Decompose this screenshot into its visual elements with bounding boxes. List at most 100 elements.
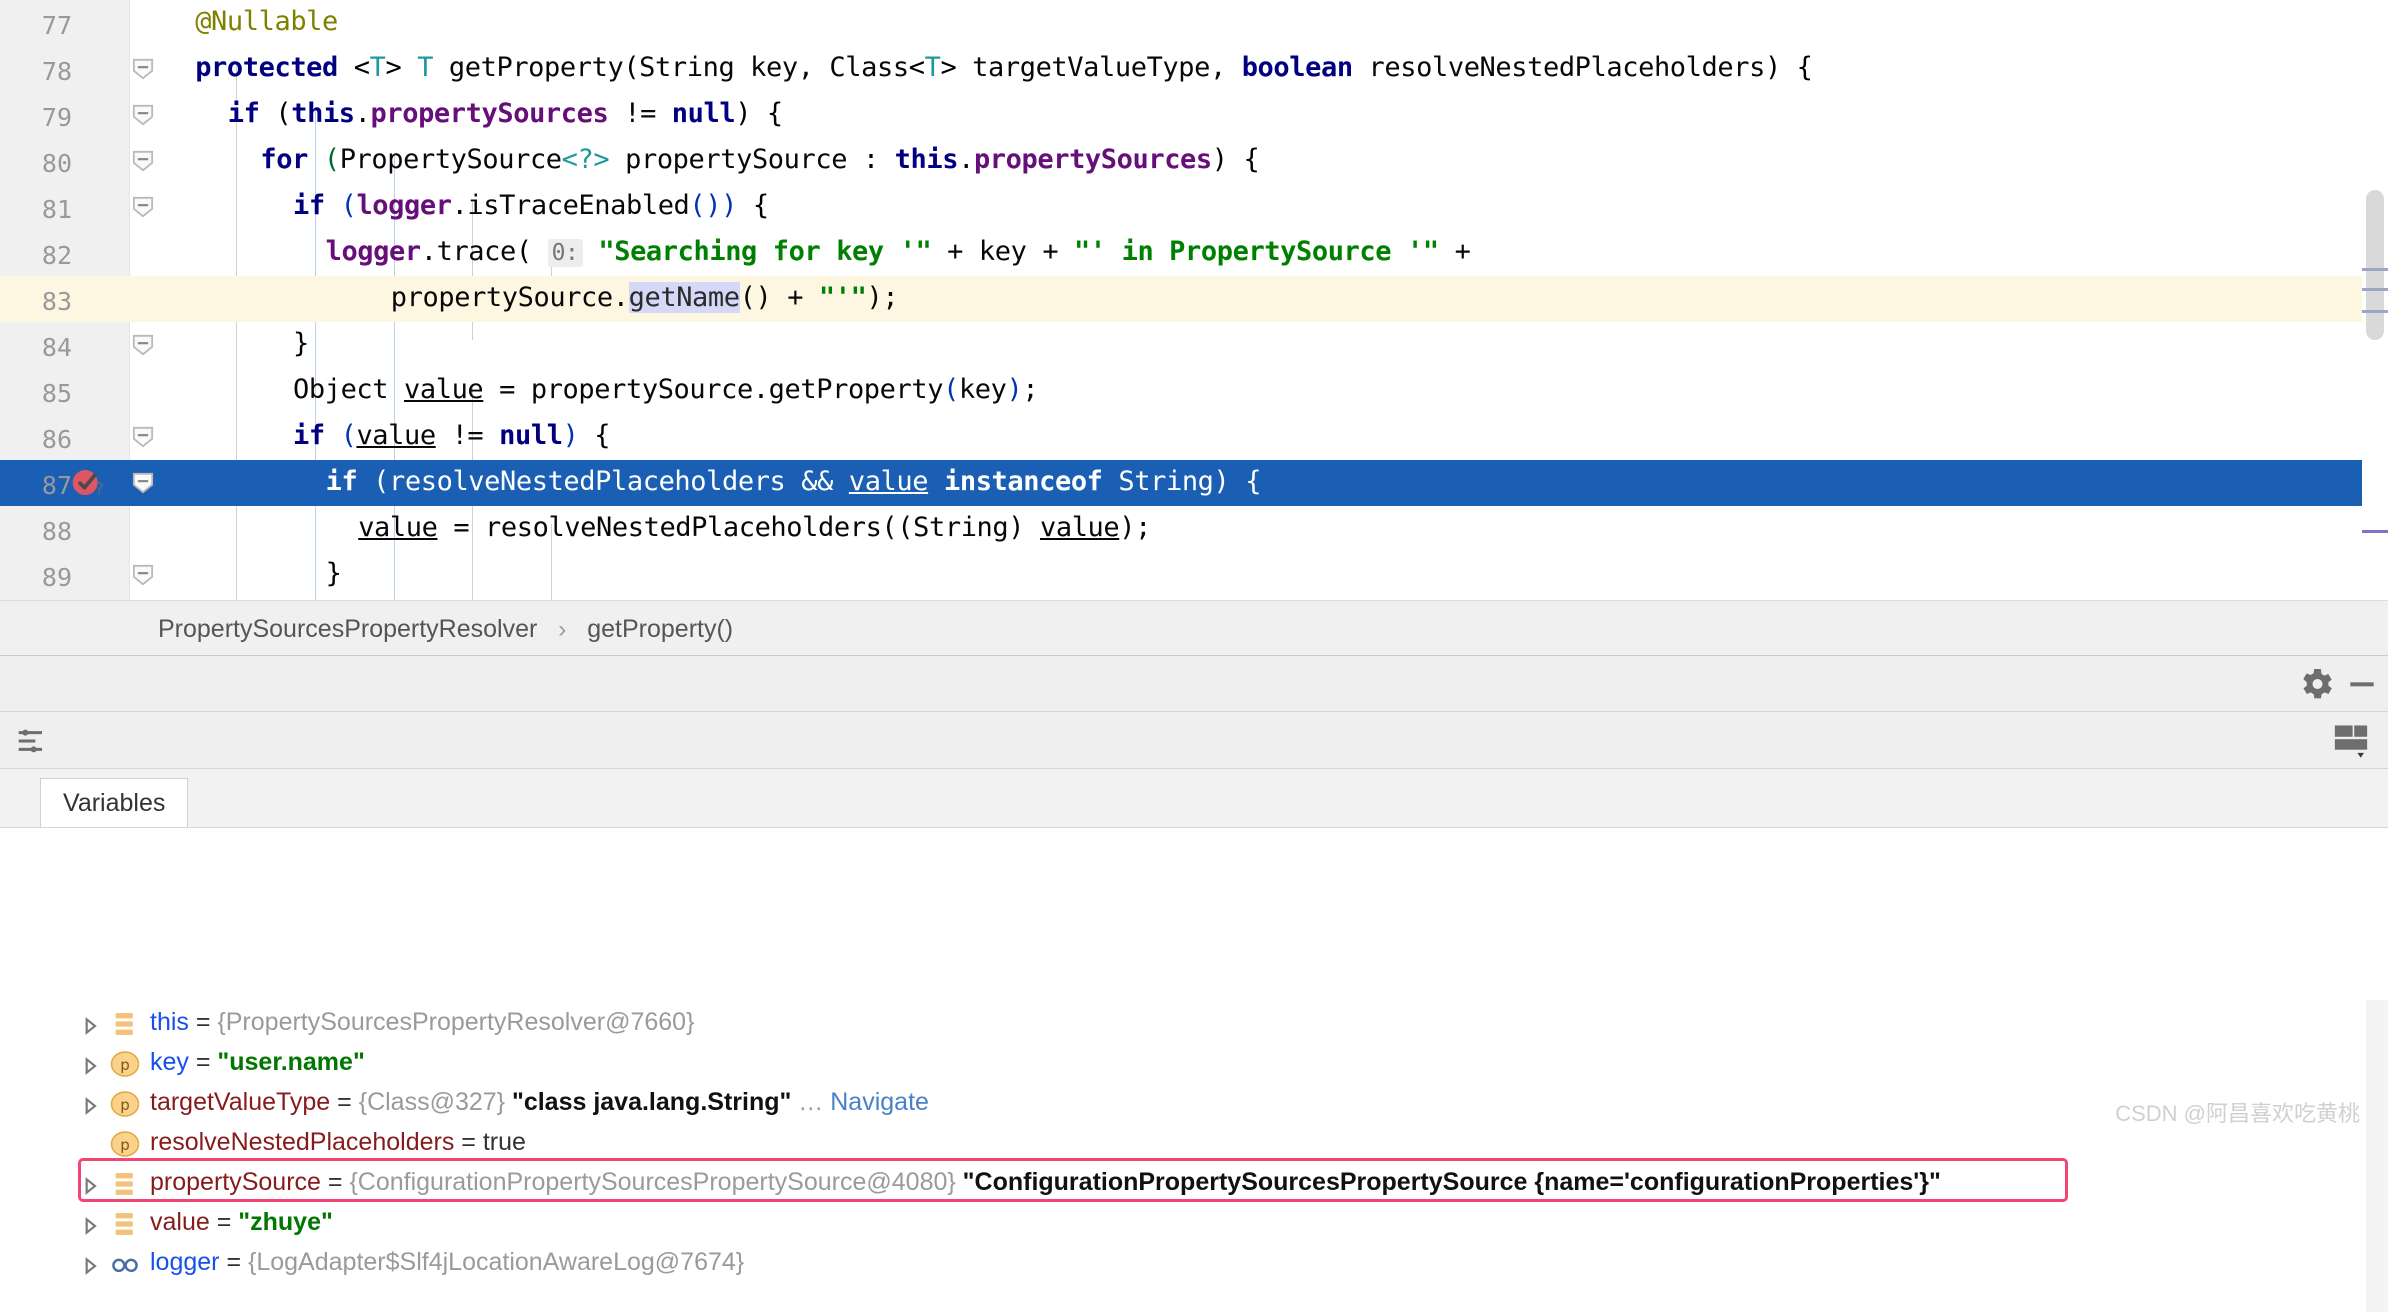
- code-line[interactable]: 87?if (resolveNestedPlaceholders && valu…: [0, 460, 2388, 506]
- variable-row[interactable]: pkey = "user.name": [80, 1044, 2320, 1084]
- debugger-panel[interactable]: Variables rinrinore.c this = {Proper: [0, 656, 2388, 1140]
- breadcrumb[interactable]: PropertySourcesPropertyResolver › getPro…: [0, 600, 2388, 656]
- code-token: protected: [195, 52, 354, 83]
- code-token: ()): [689, 190, 737, 221]
- code-token: T: [925, 52, 941, 83]
- code-line[interactable]: 77@Nullable: [0, 0, 2388, 46]
- code-text: }: [326, 558, 342, 589]
- fold-marker-icon[interactable]: [132, 334, 154, 356]
- scrollbar-thumb[interactable]: [2366, 190, 2384, 340]
- code-token: (: [943, 374, 959, 405]
- fold-marker-icon[interactable]: [132, 564, 154, 586]
- line-number: 80: [0, 149, 72, 178]
- layout-icon[interactable]: [2330, 719, 2370, 759]
- highlight-annotation-box: [78, 1158, 2068, 1202]
- code-token: <: [909, 52, 925, 83]
- variables-scrollbar[interactable]: [2366, 1000, 2388, 1312]
- code-token: value: [849, 466, 928, 497]
- code-line[interactable]: 86if (value != null) {: [0, 414, 2388, 460]
- code-token: propertySource :: [609, 144, 894, 175]
- variable-text: this = {PropertySourcesPropertyResolver@…: [150, 1008, 694, 1037]
- code-text: for (PropertySource<?> propertySource : …: [260, 144, 1259, 175]
- panel-tabstrip[interactable]: Variables: [0, 770, 2388, 828]
- variable-value: {LogAdapter$Slf4jLocationAwareLog@7674}: [248, 1248, 744, 1276]
- field-icon: [110, 1010, 140, 1038]
- variable-name: logger: [150, 1248, 220, 1276]
- code-line[interactable]: 83propertySource.getName() + "'");: [0, 276, 2388, 322]
- code-token: [928, 466, 944, 497]
- code-token: getName: [629, 282, 740, 313]
- code-line[interactable]: 89}: [0, 552, 2388, 598]
- line-number: 81: [0, 195, 72, 224]
- fold-marker-icon[interactable]: [132, 58, 154, 80]
- variable-value: "user.name": [217, 1048, 364, 1076]
- breakpoint-icon[interactable]: ?: [68, 468, 114, 500]
- code-line[interactable]: 78protected <T> T getProperty(String key…: [0, 46, 2388, 92]
- code-line[interactable]: 79if (this.propertySources != null) {: [0, 92, 2388, 138]
- code-token: Object: [293, 374, 404, 405]
- variable-row[interactable]: value = "zhuye": [80, 1204, 2320, 1244]
- variable-equals: =: [189, 1048, 218, 1076]
- code-token: key: [959, 374, 1007, 405]
- static-field-icon: [110, 1250, 140, 1278]
- code-text: @Nullable: [195, 6, 338, 37]
- code-line[interactable]: 81 if (logger.isTraceEnabled()) {: [0, 184, 2388, 230]
- breadcrumb-class[interactable]: PropertySourcesPropertyResolver: [158, 615, 537, 643]
- code-token: propertySource.: [391, 282, 629, 313]
- minimize-icon[interactable]: [2342, 664, 2382, 704]
- fold-marker-icon[interactable]: [132, 196, 154, 218]
- code-token: ) {: [1765, 52, 1813, 83]
- code-token: );: [1119, 512, 1151, 543]
- variables-tree[interactable]: this = {PropertySourcesPropertyResolver@…: [0, 828, 2388, 1140]
- variable-value: true: [483, 1128, 526, 1156]
- variable-row[interactable]: ptargetValueType = {Class@327} "class ja…: [80, 1084, 2320, 1124]
- sort-lines-icon[interactable]: [12, 721, 52, 761]
- expand-arrow-icon[interactable]: [80, 1254, 100, 1274]
- variable-row[interactable]: this = {PropertySourcesPropertyResolver@…: [80, 1004, 2320, 1044]
- code-token: null: [672, 98, 735, 129]
- fold-marker-icon[interactable]: [132, 426, 154, 448]
- code-token: >: [940, 52, 972, 83]
- code-lines[interactable]: 77@Nullable78protected <T> T getProperty…: [0, 0, 2388, 618]
- parameter-icon: p: [110, 1130, 140, 1158]
- code-token: (: [623, 52, 639, 83]
- variable-text: key = "user.name": [150, 1048, 365, 1077]
- line-number: 86: [0, 425, 72, 454]
- tab-variables[interactable]: Variables: [40, 778, 188, 827]
- fold-marker-icon[interactable]: [132, 150, 154, 172]
- code-token: (: [516, 236, 548, 267]
- code-token: ) {: [735, 98, 783, 129]
- code-line[interactable]: 84}: [0, 322, 2388, 368]
- expand-arrow-icon[interactable]: [80, 1214, 100, 1234]
- expand-arrow-icon[interactable]: [80, 1094, 100, 1114]
- code-text: if (logger.isTraceEnabled()) {: [293, 190, 769, 221]
- code-token: .isTraceEnabled: [452, 190, 690, 221]
- variable-row[interactable]: logger = {LogAdapter$Slf4jLocationAwareL…: [80, 1244, 2320, 1284]
- code-line[interactable]: 80 for (PropertySource<?> propertySource …: [0, 138, 2388, 184]
- line-background: [130, 0, 2388, 46]
- code-token: ): [563, 420, 579, 451]
- settings-gear-icon[interactable]: [2296, 664, 2336, 704]
- line-number: 82: [0, 241, 72, 270]
- code-token: .trace: [421, 236, 516, 267]
- line-number: 79: [0, 103, 72, 132]
- expand-arrow-icon[interactable]: [80, 1054, 100, 1074]
- code-token: ): [1007, 374, 1023, 405]
- code-marker: [2362, 530, 2388, 533]
- breadcrumb-method[interactable]: getProperty(): [587, 615, 733, 643]
- code-token: +: [1439, 236, 1471, 267]
- fold-marker-icon[interactable]: [132, 104, 154, 126]
- code-editor[interactable]: 77@Nullable78protected <T> T getProperty…: [0, 0, 2388, 618]
- code-token: .: [958, 144, 974, 175]
- line-background: [130, 322, 2388, 368]
- expand-arrow-icon[interactable]: [80, 1014, 100, 1034]
- fold-marker-icon[interactable]: [132, 472, 154, 494]
- editor-vertical-scrollbar[interactable]: [2362, 0, 2388, 618]
- variable-value[interactable]: Navigate: [830, 1088, 929, 1116]
- code-line[interactable]: 82logger.trace( 0: "Searching for key '"…: [0, 230, 2388, 276]
- code-token: T: [370, 52, 386, 83]
- code-line[interactable]: 88value = resolveNestedPlaceholders((Str…: [0, 506, 2388, 552]
- code-line[interactable]: 85Object value = propertySource.getPrope…: [0, 368, 2388, 414]
- line-number: 89: [0, 563, 72, 592]
- code-token: <: [354, 52, 370, 83]
